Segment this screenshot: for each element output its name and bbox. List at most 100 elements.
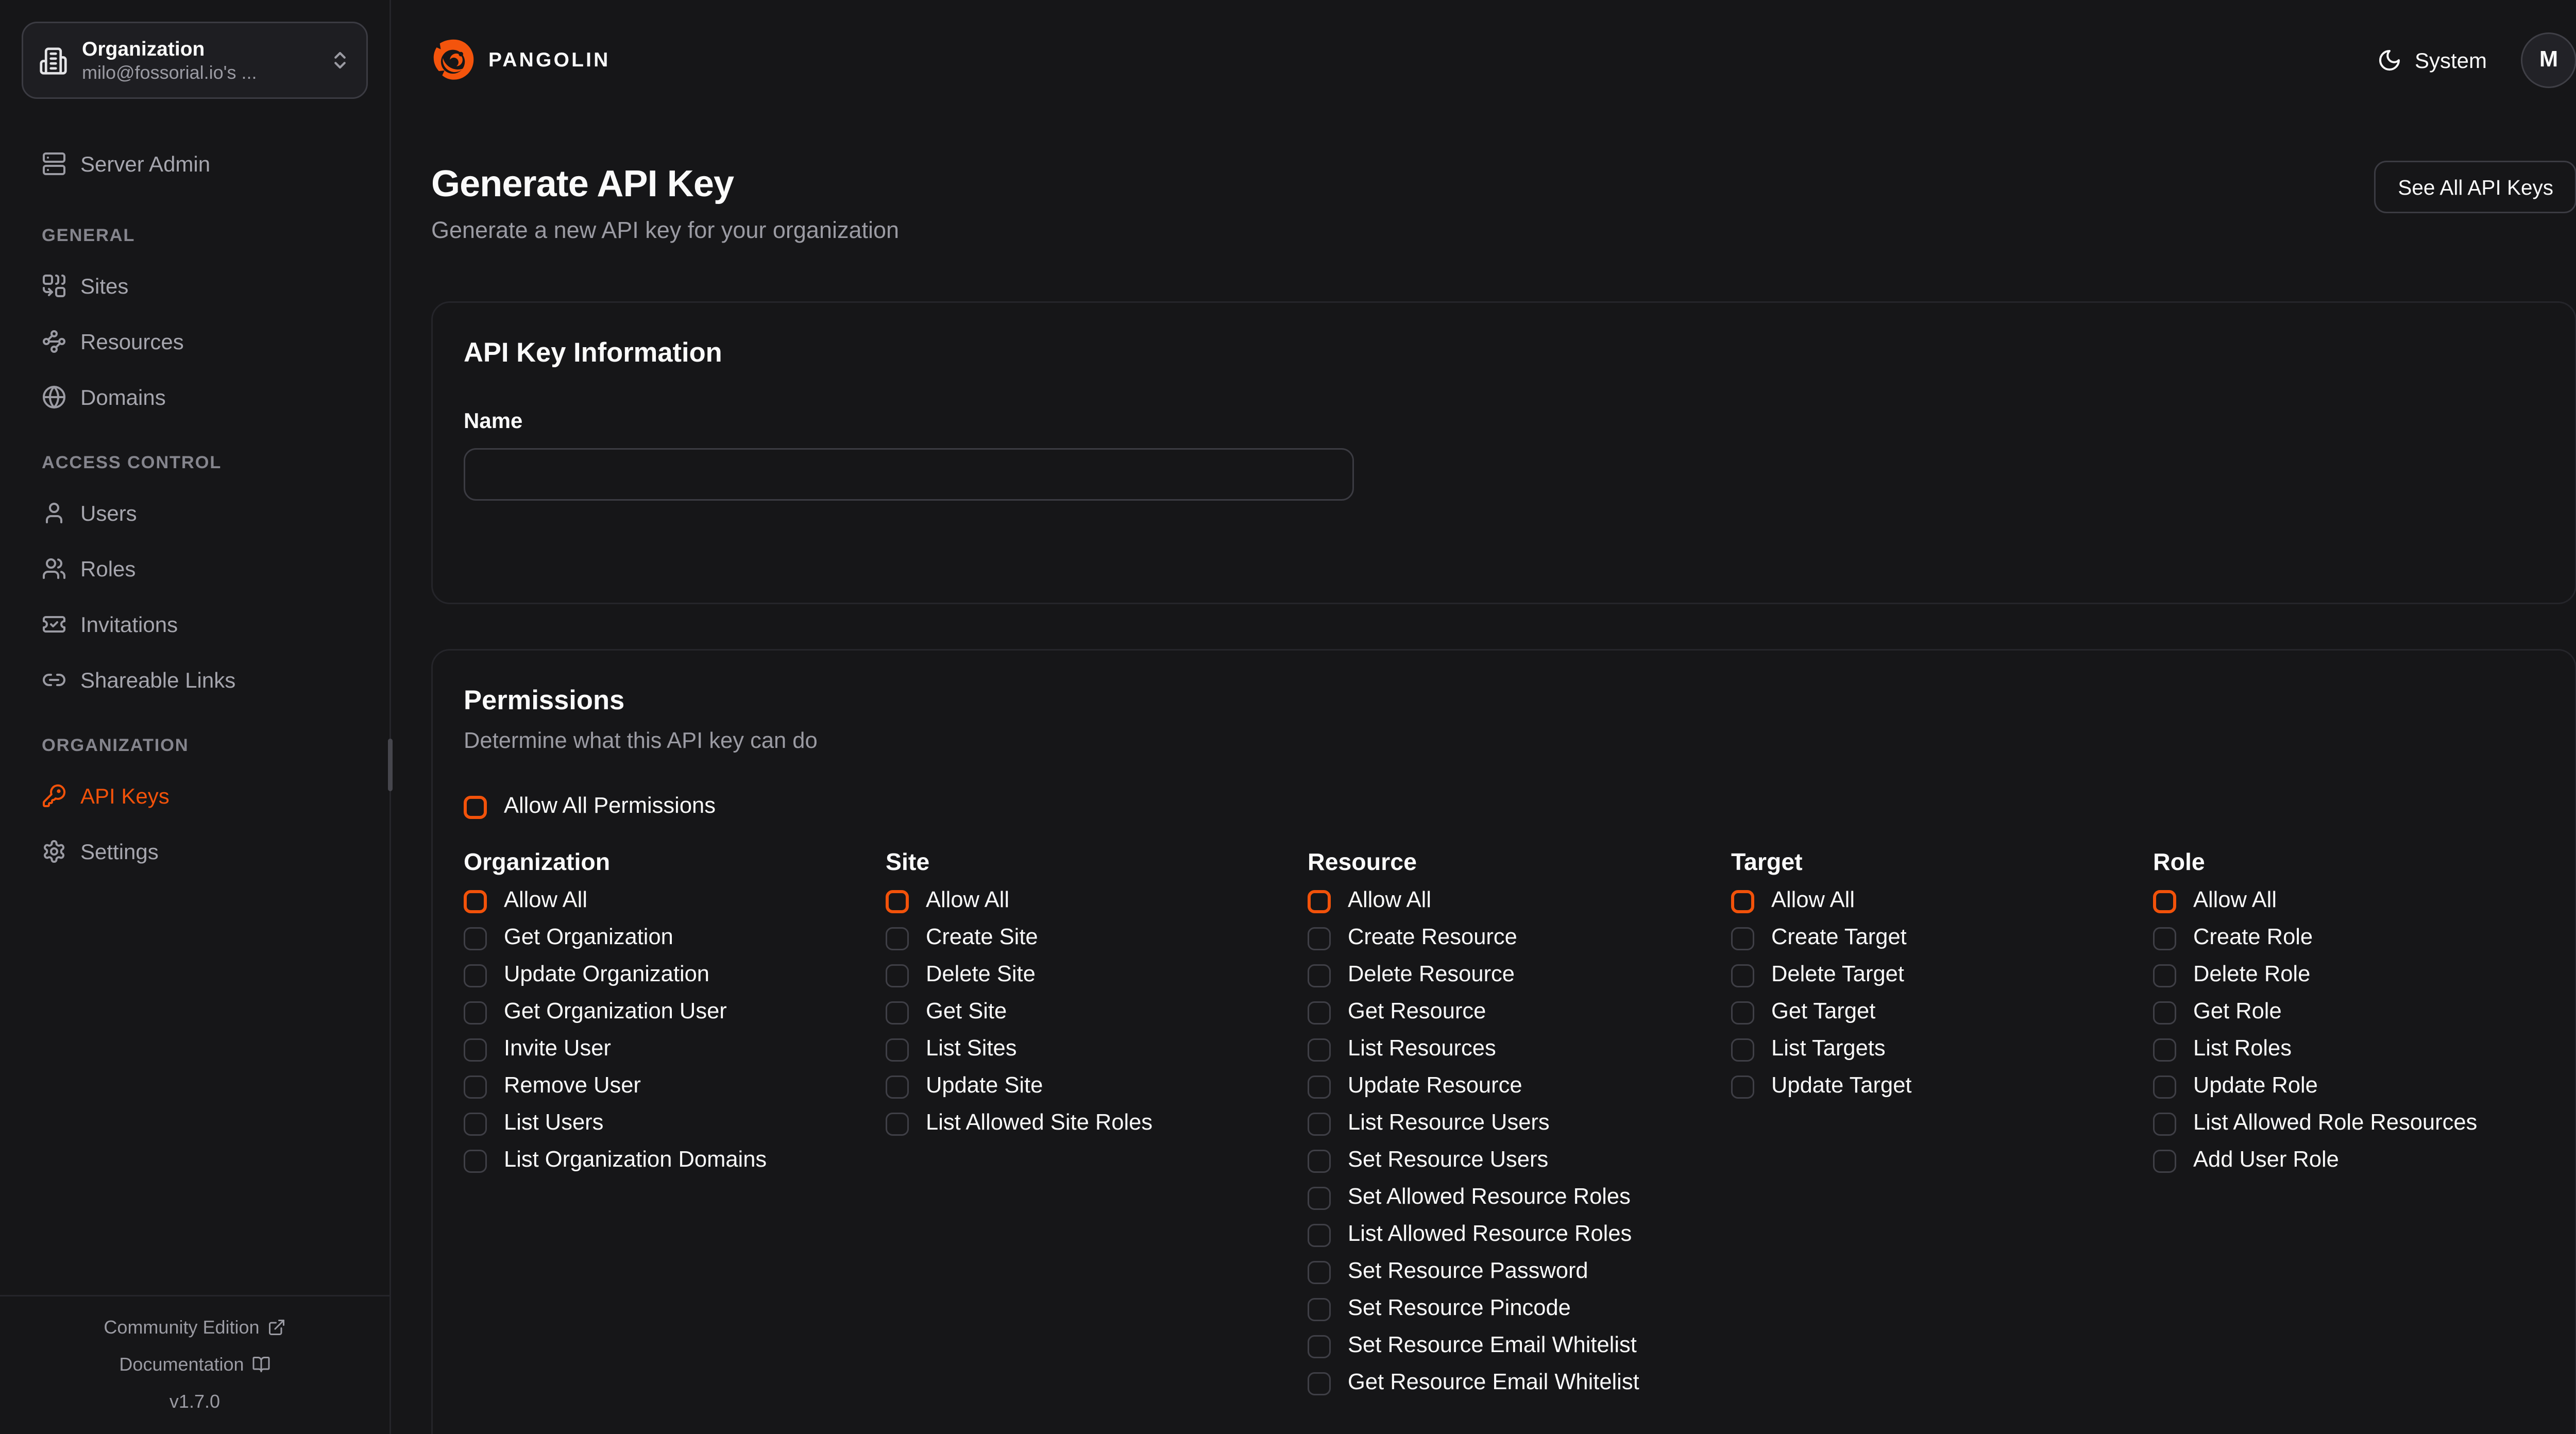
sidebar-item-domains[interactable]: Domains (28, 369, 362, 425)
checkbox-target-delete-target[interactable] (1731, 964, 1754, 987)
checkbox-target-create-target[interactable] (1731, 927, 1754, 950)
permission-row: Allow All (886, 890, 1308, 913)
checkbox-resource-set-allowed-resource-roles[interactable] (1308, 1187, 1331, 1210)
checkbox-resource-set-resource-password[interactable] (1308, 1261, 1331, 1284)
user-avatar[interactable]: M (2521, 32, 2576, 88)
checkbox-target-allow-all[interactable] (1731, 890, 1754, 913)
permission-label: Set Resource Users (1348, 1150, 1548, 1173)
allow-all-permissions-checkbox[interactable] (464, 795, 487, 818)
checkbox-organization-allow-all[interactable] (464, 890, 487, 913)
checkbox-target-update-target[interactable] (1731, 1076, 1754, 1099)
checkbox-role-list-roles[interactable] (2153, 1038, 2176, 1062)
sidebar-item-roles[interactable]: Roles (28, 541, 362, 596)
sidebar-item-users[interactable]: Users (28, 485, 362, 541)
checkbox-resource-list-allowed-resource-roles[interactable] (1308, 1224, 1331, 1247)
checkbox-resource-set-resource-users[interactable] (1308, 1150, 1331, 1173)
checkbox-site-get-site[interactable] (886, 1001, 909, 1025)
permission-label: List Roles (2193, 1038, 2292, 1062)
name-field-label: Name (464, 409, 2544, 433)
sidebar-item-server-admin[interactable]: Server Admin (28, 136, 362, 192)
see-all-api-keys-button[interactable]: See All API Keys (2375, 161, 2576, 213)
permission-column-items: Allow All Create Target Delete Target Ge… (1731, 890, 2153, 1113)
permission-label: Allow All (2193, 890, 2277, 913)
checkbox-resource-list-resources[interactable] (1308, 1038, 1331, 1062)
checkbox-resource-list-resource-users[interactable] (1308, 1113, 1331, 1136)
checkbox-role-list-allowed-role-resources[interactable] (2153, 1113, 2176, 1136)
theme-toggle-button[interactable]: System (2378, 47, 2487, 72)
pangolin-logo-text: PANGOLIN (488, 48, 611, 71)
checkbox-site-create-site[interactable] (886, 927, 909, 950)
checkbox-site-list-allowed-site-roles[interactable] (886, 1113, 909, 1136)
checkbox-role-update-role[interactable] (2153, 1076, 2176, 1099)
sidebar-item-resources[interactable]: Resources (28, 314, 362, 369)
theme-toggle-label: System (2415, 47, 2487, 72)
permission-label: Allow All (504, 890, 587, 913)
checkbox-resource-get-resource[interactable] (1308, 1001, 1331, 1025)
checkbox-role-delete-role[interactable] (2153, 964, 2176, 987)
checkbox-role-allow-all[interactable] (2153, 890, 2176, 913)
checkbox-organization-get-organization[interactable] (464, 927, 487, 950)
checkbox-resource-allow-all[interactable] (1308, 890, 1331, 913)
permission-label: Delete Target (1771, 964, 1904, 987)
sidebar-item-invitations[interactable]: Invitations (28, 596, 362, 652)
checkbox-organization-list-organization-domains[interactable] (464, 1150, 487, 1173)
checkbox-site-allow-all[interactable] (886, 890, 909, 913)
checkbox-resource-create-resource[interactable] (1308, 927, 1331, 950)
permission-label: Delete Site (926, 964, 1036, 987)
permission-row: Get Target (1731, 1001, 2153, 1025)
checkbox-organization-get-organization-user[interactable] (464, 1001, 487, 1025)
checkbox-organization-update-organization[interactable] (464, 964, 487, 987)
permission-row: Allow All (464, 890, 886, 913)
checkbox-resource-delete-resource[interactable] (1308, 964, 1331, 987)
checkbox-site-delete-site[interactable] (886, 964, 909, 987)
checkbox-resource-set-resource-email-whitelist[interactable] (1308, 1335, 1331, 1358)
permission-label: Get Resource Email Whitelist (1348, 1372, 1639, 1395)
permission-row: Set Resource Users (1308, 1150, 1731, 1173)
permission-column-items: Allow All Create Site Delete Site Get Si… (886, 890, 1308, 1150)
shareable-links-icon (42, 668, 66, 692)
sidebar-item-label: Settings (80, 839, 159, 864)
sidebar-section: ORGANIZATION API Keys Settings (28, 736, 362, 879)
checkbox-organization-remove-user[interactable] (464, 1076, 487, 1099)
permission-row: Get Organization User (464, 1001, 886, 1025)
permission-column-items: Allow All Create Role Delete Role Get Ro… (2153, 890, 2544, 1187)
permission-label: Update Role (2193, 1076, 2318, 1099)
permission-label: Set Allowed Resource Roles (1348, 1187, 1631, 1210)
permission-column-role: Role Allow All Create Role Delete Role G… (2153, 850, 2544, 1409)
permission-label: Update Resource (1348, 1076, 1522, 1099)
permission-label: Allow All (1348, 890, 1431, 913)
sites-icon (42, 274, 66, 298)
permission-label: List Allowed Role Resources (2193, 1113, 2477, 1136)
pangolin-logo[interactable]: PANGOLIN (431, 37, 611, 82)
checkbox-role-create-role[interactable] (2153, 927, 2176, 950)
sidebar-item-shareable-links[interactable]: Shareable Links (28, 652, 362, 708)
permission-row: List Organization Domains (464, 1150, 886, 1173)
community-edition-link[interactable]: Community Edition (104, 1317, 285, 1338)
sidebar-scrollbar-thumb[interactable] (388, 739, 393, 791)
checkbox-resource-get-resource-email-whitelist[interactable] (1308, 1372, 1331, 1395)
checkbox-site-list-sites[interactable] (886, 1038, 909, 1062)
permission-row: Create Role (2153, 927, 2544, 950)
permission-row: Allow All (1731, 890, 2153, 913)
permission-row: List Roles (2153, 1038, 2544, 1062)
organization-switcher[interactable]: Organization milo@fossorial.io's ... (22, 22, 368, 99)
sidebar-item-label: Sites (80, 274, 128, 298)
sidebar-item-sites[interactable]: Sites (28, 258, 362, 314)
checkbox-resource-update-resource[interactable] (1308, 1076, 1331, 1099)
checkbox-target-get-target[interactable] (1731, 1001, 1754, 1025)
sidebar-item-api-keys[interactable]: API Keys (28, 768, 362, 824)
documentation-link[interactable]: Documentation (119, 1354, 270, 1375)
checkbox-role-get-role[interactable] (2153, 1001, 2176, 1025)
permission-label: Create Resource (1348, 927, 1517, 950)
checkbox-site-update-site[interactable] (886, 1076, 909, 1099)
permission-row: Set Resource Password (1308, 1261, 1731, 1284)
server-icon (42, 151, 66, 176)
checkbox-role-add-user-role[interactable] (2153, 1150, 2176, 1173)
checkbox-resource-set-resource-pincode[interactable] (1308, 1298, 1331, 1321)
checkbox-organization-list-users[interactable] (464, 1113, 487, 1136)
permissions-card: Permissions Determine what this API key … (431, 649, 2576, 1434)
sidebar-item-settings[interactable]: Settings (28, 824, 362, 879)
checkbox-organization-invite-user[interactable] (464, 1038, 487, 1062)
name-input[interactable] (464, 448, 1354, 501)
checkbox-target-list-targets[interactable] (1731, 1038, 1754, 1062)
